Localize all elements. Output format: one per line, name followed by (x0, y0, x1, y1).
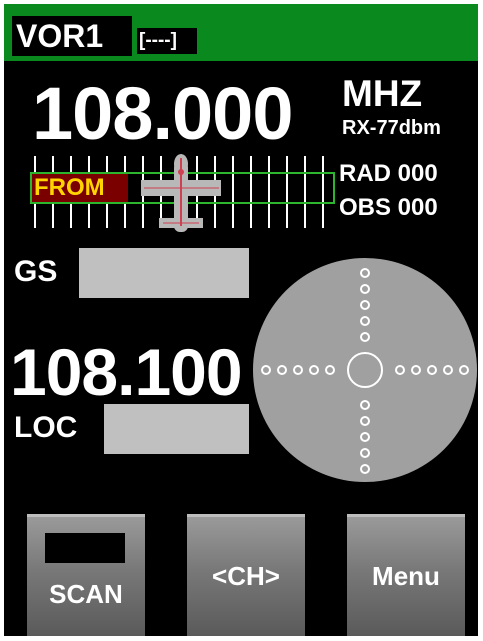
station-ident: [----] (137, 28, 197, 54)
localizer-label: LOC (14, 411, 78, 444)
obs-readout[interactable]: OBS 000 (339, 193, 438, 223)
vor-frequency[interactable]: 108.000 (32, 74, 293, 154)
ils-frequency[interactable]: 108.100 (10, 334, 243, 410)
status-header: VOR1 [----] (4, 4, 478, 61)
radial-readout: RAD 000 (339, 160, 438, 187)
channel-button[interactable]: <CH> (187, 514, 305, 636)
radio-display: VOR1 [----] 108.000 MHZ RX-77dbm RAD 000… (4, 4, 478, 636)
scan-indicator (45, 533, 125, 563)
ils-indicator (253, 258, 477, 482)
ident-label: [----] (139, 30, 177, 51)
scan-button[interactable]: SCAN (27, 514, 145, 636)
mode-indicator[interactable]: VOR1 (12, 16, 132, 56)
to-from-flag: FROM (32, 174, 128, 202)
scan-button-label: SCAN (49, 579, 123, 609)
airplane-icon (141, 154, 221, 232)
glideslope-label: GS (14, 255, 58, 288)
frequency-unit: MHZ (342, 73, 423, 114)
menu-button[interactable]: Menu (347, 514, 465, 636)
menu-button-label: Menu (372, 561, 440, 591)
mode-label: VOR1 (16, 18, 104, 54)
channel-button-label: <CH> (212, 561, 280, 591)
rx-signal-level: RX-77dbm (342, 117, 441, 139)
